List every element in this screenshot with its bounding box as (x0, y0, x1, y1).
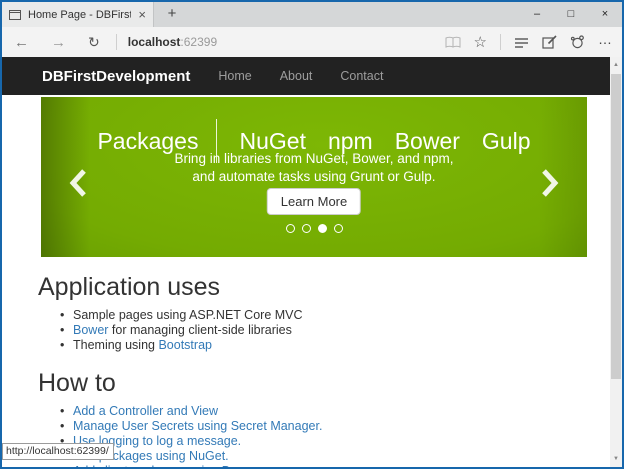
address-port: :62399 (180, 35, 218, 49)
minimize-button[interactable]: – (520, 2, 554, 27)
scrollbar-thumb[interactable] (611, 74, 621, 379)
carousel-next-icon[interactable] (541, 169, 559, 197)
list-item: Theming using Bootstrap (60, 338, 610, 353)
section-list: Add a Controller and ViewManage User Sec… (60, 404, 610, 467)
section-title: How to (38, 369, 116, 397)
forward-icon[interactable]: → (51, 35, 66, 50)
site-navbar: DBFirstDevelopment Home About Contact (2, 57, 610, 95)
carousel-caption: Bring in libraries from NuGet, Bower, an… (41, 150, 587, 186)
web-note-icon[interactable] (542, 35, 557, 49)
list-item-link[interactable]: Add client packages using Bower. (73, 464, 260, 467)
reading-view-icon[interactable] (445, 36, 461, 49)
list-item: Add a Controller and View (60, 404, 610, 419)
favorites-star-icon[interactable]: ☆ (474, 35, 487, 50)
navbar-link-about[interactable]: About (266, 69, 327, 83)
carousel-caption-line1: Bring in libraries from NuGet, Bower, an… (174, 151, 454, 166)
maximize-button[interactable]: □ (554, 2, 588, 27)
list-item: Use logging to log a message. (60, 434, 610, 449)
list-item-link[interactable]: Bootstrap (158, 338, 212, 352)
carousel-caption-line2: and automate tasks using Grunt or Gulp. (192, 169, 436, 184)
scrollbar-up-icon[interactable]: ▲ (610, 57, 622, 73)
carousel-indicator-4[interactable] (333, 224, 343, 233)
close-button[interactable]: × (588, 2, 622, 27)
share-icon[interactable] (570, 35, 585, 49)
browser-tab[interactable]: Home Page - DBFirstDe × (2, 2, 154, 27)
window-controls: – □ × (520, 2, 622, 27)
more-actions-icon[interactable]: … (598, 32, 613, 52)
learn-more-button[interactable]: Learn More (266, 188, 362, 215)
list-item-text: Theming using (73, 338, 159, 352)
scrollbar-down-icon[interactable]: ▼ (610, 451, 622, 467)
tab-title: Home Page - DBFirstDe (28, 8, 131, 21)
list-item-link[interactable]: Bower (73, 323, 108, 337)
tab-page-icon (9, 9, 21, 20)
navbar-link-contact[interactable]: Contact (326, 69, 397, 83)
page-content: Application uses Sample pages using ASP.N… (2, 273, 610, 467)
list-item: Manage User Secrets using Secret Manager… (60, 419, 610, 434)
carousel: Packages NuGet npm Bower Gulp Bring in libr… (41, 97, 587, 257)
section-title: Application uses (38, 273, 221, 301)
list-item: Sample pages using ASP.NET Core MVC (60, 308, 610, 323)
address-bar[interactable]: localhost:62399 (128, 35, 217, 49)
browser-window: Home Page - DBFirstDe × + – □ × ← → ↻ lo… (0, 0, 624, 469)
tab-bar: Home Page - DBFirstDe × + – □ × (2, 2, 622, 27)
list-item: Bower for managing client-side libraries (60, 323, 610, 338)
back-icon[interactable]: ← (14, 35, 29, 50)
list-item: Add client packages using Bower. (60, 464, 610, 467)
list-item-text: Sample pages using ASP.NET Core MVC (73, 308, 303, 322)
vertical-scrollbar[interactable]: ▲ ▼ (610, 57, 622, 467)
address-host: localhost (127, 35, 181, 49)
new-tab-button[interactable]: + (154, 2, 190, 27)
tab-close-icon[interactable]: × (138, 8, 146, 21)
carousel-indicator-1[interactable] (285, 224, 295, 233)
carousel-prev-icon[interactable] (69, 169, 87, 197)
list-item-link[interactable]: Manage User Secrets using Secret Manager… (73, 419, 322, 433)
navbar-link-home[interactable]: Home (204, 69, 265, 83)
list-item-link[interactable]: Add a Controller and View (73, 404, 218, 418)
list-item: Add packages using NuGet. (60, 449, 610, 464)
section-list: Sample pages using ASP.NET Core MVCBower… (60, 308, 610, 353)
page-viewport: DBFirstDevelopment Home About Contact Pack… (2, 57, 610, 467)
list-item-text: for managing client-side libraries (108, 323, 292, 337)
refresh-icon[interactable]: ↻ (88, 35, 100, 49)
browser-toolbar: ← → ↻ localhost:62399 ☆ … (2, 27, 622, 57)
carousel-indicators (41, 224, 587, 233)
status-tooltip: http://localhost:62399/ (2, 443, 114, 460)
hub-icon[interactable] (514, 36, 529, 49)
carousel-indicator-2[interactable] (301, 224, 311, 233)
toolbar-divider (500, 34, 501, 50)
navbar-brand[interactable]: DBFirstDevelopment (42, 68, 190, 85)
carousel-indicator-3[interactable] (317, 224, 327, 233)
section-application-uses: Application uses Sample pages using ASP.N… (2, 273, 610, 353)
navbar-links: Home About Contact (204, 69, 397, 83)
toolbar-divider (115, 34, 117, 50)
